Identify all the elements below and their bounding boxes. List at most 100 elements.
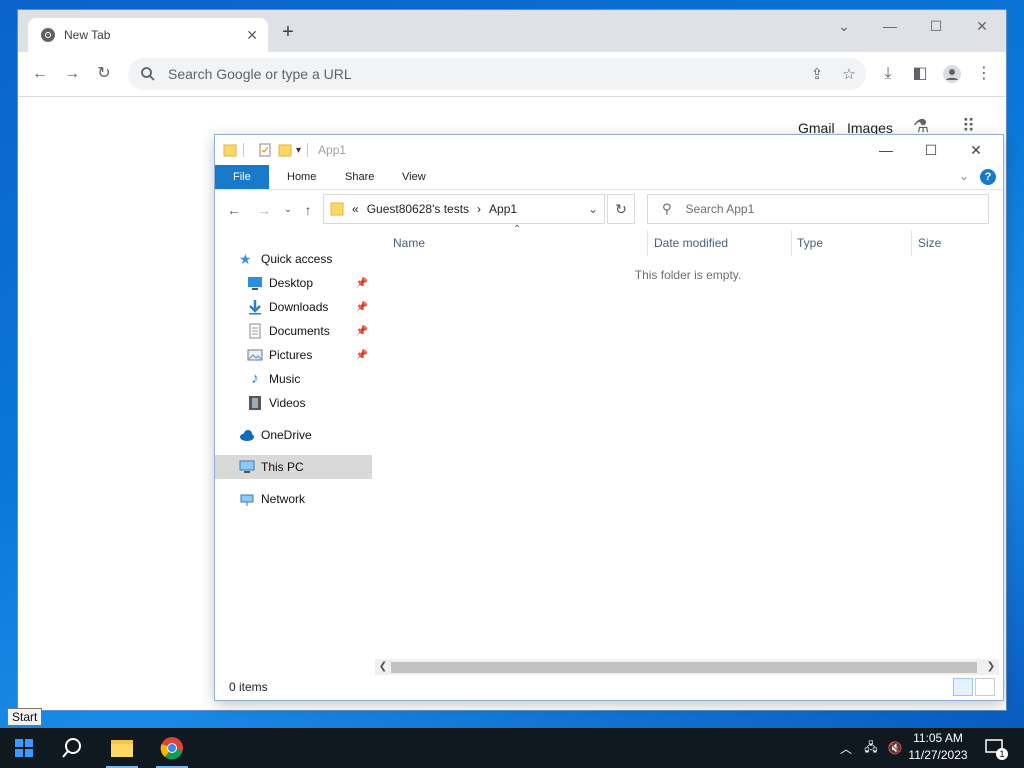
refresh-button[interactable]: ↻ (607, 194, 635, 224)
tab-home[interactable]: Home (275, 165, 328, 189)
menu-kebab-icon[interactable]: ⋮ (974, 64, 994, 84)
column-divider[interactable] (791, 230, 792, 256)
column-header-name[interactable]: Name (393, 230, 425, 256)
file-explorer-taskbar-button[interactable] (98, 728, 146, 768)
forward-icon[interactable]: → (62, 64, 82, 84)
notification-center-icon[interactable]: 1 (980, 728, 1010, 768)
pin-icon: 📌 (355, 349, 368, 361)
minimize-button[interactable]: — (878, 18, 902, 34)
tab-share[interactable]: Share (333, 165, 386, 189)
expand-ribbon-icon[interactable]: ⌄ (959, 169, 969, 183)
breadcrumb-overflow[interactable]: « (352, 202, 359, 216)
profile-icon[interactable] (942, 64, 962, 84)
details-view-icon[interactable] (953, 678, 973, 696)
new-tab-button[interactable]: + (278, 22, 298, 42)
nav-documents[interactable]: Documents 📌 (215, 319, 372, 343)
properties-icon[interactable] (258, 143, 272, 157)
address-bar[interactable]: « Guest80628's tests › App1 ⌄ (323, 194, 605, 224)
column-divider[interactable] (647, 230, 648, 256)
omnibox-input[interactable] (166, 65, 770, 83)
close-button[interactable]: ✕ (970, 18, 994, 35)
network-tray-icon[interactable]: 🖧 (860, 728, 882, 768)
window-title: App1 (318, 143, 347, 157)
search-button[interactable] (48, 728, 96, 768)
gmail-link[interactable]: Gmail (798, 120, 835, 136)
tab-search-icon[interactable]: ⌄ (832, 18, 856, 35)
omnibox[interactable]: ⇪ ☆ (128, 58, 866, 90)
tab-strip: New Tab ✕ + ⌄ — ☐ ✕ (18, 10, 1006, 52)
up-icon[interactable]: ↑ (299, 202, 317, 218)
breadcrumb-current[interactable]: App1 (489, 202, 517, 216)
tab-title: New Tab (64, 28, 111, 42)
nav-desktop[interactable]: Desktop 📌 (215, 271, 372, 295)
nav-onedrive[interactable]: OneDrive (215, 423, 372, 447)
show-hidden-icons-icon[interactable]: ︿ (836, 728, 856, 768)
folder-icon (223, 144, 237, 157)
apps-grid-icon[interactable]: ⠿ (962, 116, 975, 137)
clock-date: 11/27/2023 (908, 748, 968, 762)
tab-new-tab[interactable]: New Tab ✕ (28, 18, 268, 52)
desktop-icon (248, 277, 262, 290)
tab-file[interactable]: File (215, 165, 269, 189)
maximize-button[interactable]: ☐ (924, 18, 948, 35)
column-divider[interactable] (911, 230, 912, 256)
horizontal-scrollbar[interactable]: ❮ ❯ (375, 659, 999, 675)
start-tooltip: Start (7, 708, 43, 726)
close-button[interactable]: ✕ (961, 142, 991, 159)
search-icon (141, 67, 155, 81)
navigation-bar: ← → ⌄ ↑ « Guest80628's tests › App1 ⌄ ↻ … (215, 190, 1003, 230)
star-icon: ★ (239, 251, 252, 267)
new-folder-icon[interactable] (278, 143, 292, 157)
nav-videos[interactable]: Videos (215, 391, 372, 415)
documents-icon (249, 323, 261, 339)
computer-icon (239, 460, 255, 473)
back-icon[interactable]: ← (225, 202, 243, 218)
bookmark-star-icon[interactable]: ☆ (840, 66, 858, 84)
sort-ascending-icon: ⌃ (513, 224, 522, 235)
labs-flask-icon[interactable]: ⚗ (913, 116, 929, 137)
chrome-icon (160, 737, 183, 760)
breadcrumb-separator[interactable]: › (477, 202, 481, 216)
nav-this-pc[interactable]: This PC (215, 455, 372, 479)
cloud-icon (240, 430, 254, 441)
nav-pictures[interactable]: Pictures 📌 (215, 343, 372, 367)
help-icon[interactable]: ? (980, 169, 996, 185)
share-icon[interactable]: ⇪ (808, 66, 826, 84)
back-icon[interactable]: ← (30, 64, 50, 84)
pin-icon: 📌 (355, 277, 368, 289)
download-icon[interactable]: ⤓ (878, 64, 898, 84)
nav-network[interactable]: Network (215, 487, 372, 511)
clock[interactable]: 11:05 AM 11/27/2023 (898, 730, 978, 764)
music-icon: ♪ (251, 370, 259, 387)
scroll-left-icon[interactable]: ❮ (375, 659, 391, 675)
pin-icon: 📌 (355, 325, 368, 337)
breadcrumb-parent[interactable]: Guest80628's tests (367, 202, 469, 216)
reload-icon[interactable]: ↻ (94, 64, 114, 84)
recent-locations-icon[interactable]: ⌄ (279, 202, 297, 218)
address-dropdown-icon[interactable]: ⌄ (588, 202, 598, 216)
divider (307, 143, 309, 157)
tab-view[interactable]: View (390, 165, 438, 189)
nav-music[interactable]: ♪ Music (215, 367, 372, 391)
side-panel-icon[interactable]: ◧ (910, 64, 930, 84)
search-input[interactable] (683, 201, 968, 217)
forward-icon[interactable]: → (255, 202, 273, 218)
search-box[interactable]: ⚲ (647, 194, 989, 224)
nav-downloads[interactable]: Downloads 📌 (215, 295, 372, 319)
large-icons-view-icon[interactable] (975, 678, 995, 696)
notification-count-badge: 1 (996, 748, 1008, 760)
start-button[interactable] (0, 728, 48, 768)
column-header-type[interactable]: Type (797, 230, 823, 256)
minimize-button[interactable]: — (871, 142, 901, 158)
nav-quick-access[interactable]: ★ Quick access (215, 247, 372, 271)
column-header-size[interactable]: Size (918, 230, 941, 256)
scroll-right-icon[interactable]: ❯ (983, 659, 999, 675)
close-tab-icon[interactable]: ✕ (246, 27, 258, 44)
quick-access-dropdown-icon[interactable]: ▾ (296, 145, 301, 156)
pictures-icon (247, 349, 263, 361)
chrome-taskbar-button[interactable] (148, 728, 196, 768)
maximize-button[interactable]: ☐ (916, 142, 946, 159)
column-header-date-modified[interactable]: Date modified (654, 230, 728, 256)
scrollbar-thumb[interactable] (391, 662, 977, 673)
images-link[interactable]: Images (847, 120, 893, 136)
